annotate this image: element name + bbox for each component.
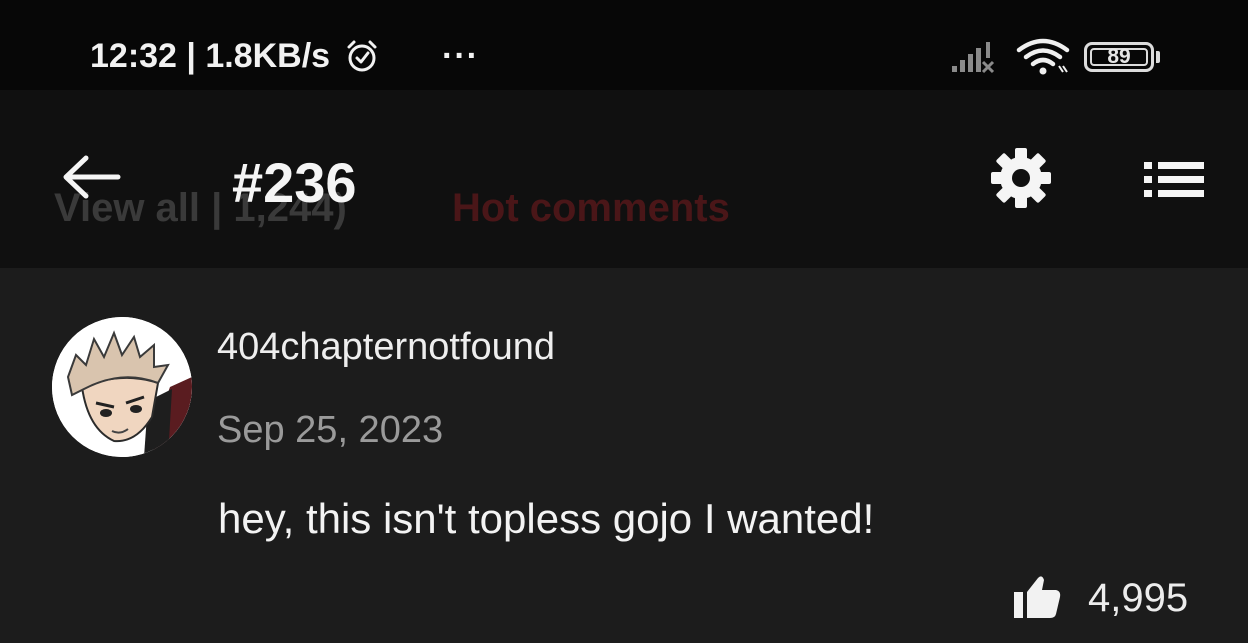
list-icon[interactable] (1142, 158, 1206, 202)
wifi-icon (1016, 38, 1070, 75)
more-dots: ··· (442, 37, 479, 75)
comment-date: Sep 25, 2023 (217, 409, 444, 451)
avatar[interactable] (52, 317, 192, 457)
back-arrow-icon[interactable] (60, 152, 122, 202)
chapter-title: #236 (232, 151, 357, 214)
signal-icon (952, 42, 995, 74)
alarm-icon (347, 40, 377, 72)
battery-level: 89 (1107, 45, 1131, 68)
comment-text: hey, this isn't topless gojo I wanted! (218, 495, 875, 542)
comment-username[interactable]: 404chapternotfound (217, 326, 555, 369)
gear-icon[interactable] (990, 147, 1052, 209)
battery-nub (1156, 51, 1160, 63)
app-bar (0, 90, 1248, 268)
tab-hot-comments[interactable]: Hot comments (452, 186, 730, 231)
time-speed: 12:32 | 1.8KB/s (90, 36, 331, 75)
thumbs-up-icon[interactable] (1012, 574, 1062, 620)
avatar-illustration (52, 317, 192, 457)
status-left: 12:32 | 1.8KB/s (90, 34, 380, 78)
like-count: 4,995 (1088, 576, 1189, 620)
status-bar: 12:32 | 1.8KB/s ··· 89 (0, 0, 1248, 90)
battery-icon: 89 (1084, 42, 1154, 72)
